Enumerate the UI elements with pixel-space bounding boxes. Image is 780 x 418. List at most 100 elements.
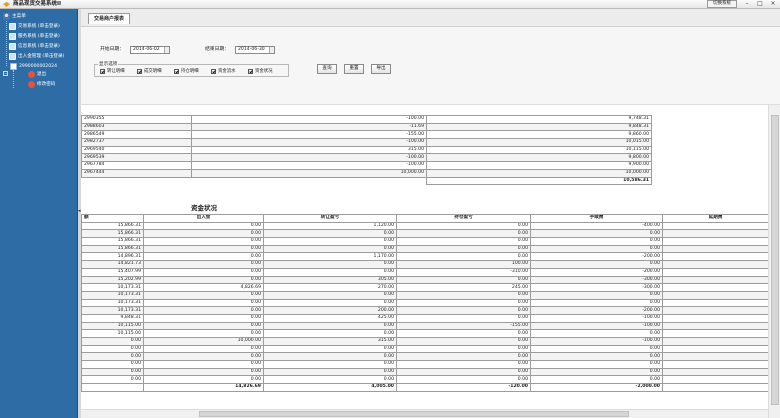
table-row[interactable]: 0.00 0.00 0.00 0.00 0.00	[81, 360, 769, 369]
table-cell: 0.00	[263, 360, 397, 369]
table-row[interactable]: 10,173.31 0.00 0.00 0.00 0.00	[81, 298, 769, 308]
table-row[interactable]: 2967784 -100.00 9,900.00	[81, 161, 652, 170]
report-content: 2990355 -100.00 9,748.31 2988603 -11.69 9,848…	[81, 105, 769, 418]
column-header[interactable]: 转让盈亏	[263, 214, 397, 223]
tree-collapse-toggle[interactable]: −	[3, 71, 8, 76]
table-cell	[662, 329, 769, 338]
table-cell	[662, 275, 769, 285]
date-spin-icon[interactable]	[269, 47, 274, 53]
reset-button[interactable]: 重置	[344, 64, 364, 74]
sidebar-item-trading[interactable]: 交易系统 (单击登录)	[9, 22, 60, 30]
table-row[interactable]: 2988603 -11.69 9,848.31	[81, 122, 652, 132]
close-button[interactable]: ×	[767, 0, 779, 8]
table-row[interactable]: 15,202.99 0.00 305.00 0.00 -300.00	[81, 275, 769, 285]
column-header[interactable]: 延期费	[662, 214, 769, 223]
option-trade-detail[interactable]: 成交明细	[137, 68, 162, 74]
switch-system-button[interactable]: 切换系统	[707, 0, 737, 8]
table-cell: 9,848.31	[81, 313, 144, 323]
query-button[interactable]: 查询	[317, 64, 337, 74]
funds-status-table: 额 出入金 转让盈亏 持仓盈亏 手续费 延期费 15,866.31 0.00 1,1…	[81, 214, 769, 392]
table-row[interactable]: 10,173.31 4,826.69 270.00 245.00 -300.00	[81, 283, 769, 292]
start-date-field[interactable]: 2014-06-02	[130, 46, 170, 54]
table-cell	[662, 306, 769, 315]
table-row[interactable]: 10,115.00 0.00 0.00 -155.00 -100.00	[81, 321, 769, 331]
checkbox[interactable]	[100, 68, 105, 74]
sidebar-item-account[interactable]: 2990000002024	[10, 62, 57, 70]
table-cell: 0.00	[143, 267, 264, 277]
table-row[interactable]: 2990355 -100.00 9,748.31	[81, 115, 652, 124]
sidebar-item-info[interactable]: 信息系统 (单击登录)	[9, 42, 60, 50]
table-cell: 10,173.31	[81, 306, 144, 315]
export-button[interactable]: 导出	[371, 64, 391, 74]
column-header[interactable]: 持仓盈亏	[396, 214, 531, 223]
table-row[interactable]: 10,173.31 0.00 200.00 0.00 -200.00	[81, 306, 769, 315]
table-row[interactable]: 14,896.31 0.00 1,170.00 0.00 -200.00	[81, 252, 769, 262]
end-date-field[interactable]: 2014-06-30	[235, 46, 275, 54]
table-cell	[662, 321, 769, 331]
column-header[interactable]: 出入金	[143, 214, 264, 223]
checkbox[interactable]	[211, 68, 216, 74]
table-row[interactable]: 0.00 0.00 0.00 0.00 0.00	[81, 367, 769, 377]
sidebar-item-label: 主菜单	[12, 14, 26, 19]
table-row[interactable]: 10,115.00 0.00 0.00 0.00 0.00	[81, 329, 769, 338]
table-row[interactable]: 0.00 0.00 0.00 0.00 0.00	[81, 352, 769, 362]
sidebar-item-funds-management[interactable]: 出入金管理 (单击登录)	[9, 52, 64, 60]
table-row[interactable]: 2967444 10,000.00 10,000.00	[81, 168, 652, 178]
table-cell: 0.00	[530, 360, 663, 369]
table-row[interactable]: 15,866.31 0.00 0.00 0.00 0.00	[81, 229, 769, 239]
scrollbar-thumb[interactable]	[199, 411, 629, 417]
table-row[interactable]: 14,821.73 0.00 0.00 100.00 0.00	[81, 260, 769, 269]
table-row[interactable]: 0.00 0.00 0.00 0.00 0.00	[81, 375, 769, 385]
table-cell: 10,115.00	[426, 145, 652, 155]
horizontal-scrollbar[interactable]	[81, 409, 768, 418]
table-cell: 0.00	[530, 244, 663, 254]
table-cell: 0.00	[143, 367, 264, 377]
table-cell: 0.00	[81, 337, 144, 346]
table-row[interactable]: 15,407.99 0.00 0.00 -310.00 -200.00	[81, 267, 769, 277]
table-cell: 15,407.99	[81, 267, 144, 277]
option-fund-status[interactable]: 资金状况	[248, 68, 273, 74]
table-row[interactable]: 2969540 315.00 10,115.00	[81, 145, 652, 155]
table-row[interactable]: 2969539 -100.00 9,800.00	[81, 153, 652, 163]
checkbox[interactable]	[174, 68, 179, 74]
table-cell: -310.00	[396, 267, 531, 277]
tab-merchant-report[interactable]: 交易商户报表	[88, 13, 130, 24]
table-cell: -155.00	[396, 321, 531, 331]
table-row[interactable]: 10,173.31 0.00 0.00 0.00 0.00	[81, 290, 769, 300]
minimize-button[interactable]: –	[741, 0, 753, 8]
option-position-detail[interactable]: 持仓明细	[174, 68, 199, 74]
vertical-scrollbar[interactable]	[768, 105, 780, 418]
column-header[interactable]: 手续费	[530, 214, 663, 223]
table-cell: 0.00	[143, 321, 264, 331]
table-cell: 0.00	[263, 298, 397, 308]
table-row[interactable]: 15,866.31 0.00 0.00 0.00 0.00	[81, 237, 769, 246]
title-bar: 商品现货交易系统II 切换系统 – □ ×	[0, 0, 780, 9]
table-cell: -100.00	[530, 337, 663, 346]
table-cell: 0.00	[143, 252, 264, 262]
table-row[interactable]: 0.00 10,000.00 315.00 0.00 -100.00	[81, 337, 769, 346]
sidebar-item-logout[interactable]: 退出	[28, 70, 46, 78]
table-row[interactable]: 0.00 0.00 0.00 0.00 0.00	[81, 344, 769, 354]
table-cell: 15,202.99	[81, 275, 144, 285]
checkbox[interactable]	[137, 68, 142, 74]
scrollbar-thumb[interactable]	[771, 115, 779, 405]
table-row[interactable]: 9,848.31 0.00 425.00 0.00 -100.00	[81, 313, 769, 323]
option-transfer-detail[interactable]: 转让明细	[100, 68, 125, 74]
date-spin-icon[interactable]	[164, 47, 169, 53]
table-cell: 0.00	[263, 321, 397, 331]
table-row[interactable]: 2986549 -155.00 9,860.00	[81, 130, 652, 140]
sidebar-item-service[interactable]: 服务系统 (单击登录)	[9, 32, 60, 40]
maximize-button[interactable]: □	[754, 0, 766, 8]
table-cell: 2969540	[81, 145, 192, 155]
sidebar-item-main-menu[interactable]: 主菜单	[3, 12, 26, 20]
sidebar-item-change-password[interactable]: 修改密码	[28, 80, 55, 88]
column-header[interactable]: 额	[81, 214, 144, 223]
table-cell: 9,748.31	[426, 115, 652, 124]
table-row[interactable]: 15,866.31 0.00 0.00 0.00 0.00	[81, 244, 769, 254]
checkbox[interactable]	[248, 68, 253, 74]
option-fund-flow[interactable]: 资金流水	[211, 68, 236, 74]
table-row[interactable]: 15,866.31 0.00 1,120.00 0.00 -400.00	[81, 221, 769, 231]
table-row[interactable]: 2982737 -100.00 10,015.00	[81, 138, 652, 147]
table-cell: 0.00	[530, 375, 663, 385]
table-cell: -300.00	[530, 283, 663, 292]
